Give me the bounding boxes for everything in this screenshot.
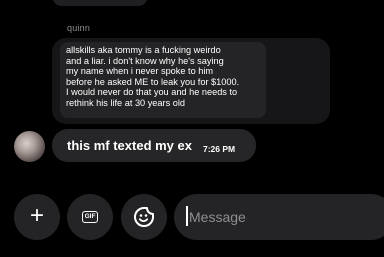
- message-text: this mf texted my ex: [67, 138, 192, 153]
- quoted-sender-name: quinn: [67, 23, 91, 33]
- quoted-line: rethink his life at 30 years old: [66, 97, 185, 108]
- text-cursor: [186, 206, 188, 226]
- avatar[interactable]: [14, 131, 45, 162]
- sticker-smile-icon: [134, 207, 154, 227]
- sticker-button[interactable]: [121, 194, 167, 240]
- plus-icon: +: [29, 202, 44, 229]
- message-timestamp: 7:26 PM: [203, 144, 236, 154]
- quoted-line: my name when i never spoke to him: [66, 66, 214, 77]
- quoted-line: and a liar. i don't know why he's saying: [66, 55, 224, 66]
- add-attachment-button[interactable]: +: [14, 194, 60, 240]
- quoted-line: I would never do that you and he needs t…: [66, 87, 238, 98]
- quoted-message-bubble[interactable]: allskills aka tommy is a fucking weirdo …: [60, 42, 266, 118]
- previous-message-bubble: [52, 0, 148, 6]
- quoted-line: allskills aka tommy is a fucking weirdo: [66, 45, 221, 55]
- message-input[interactable]: [174, 194, 384, 240]
- gif-icon: GIF: [81, 211, 99, 223]
- quoted-line: before he asked ME to leak you for $1000…: [66, 76, 240, 87]
- gif-button[interactable]: GIF: [67, 194, 113, 240]
